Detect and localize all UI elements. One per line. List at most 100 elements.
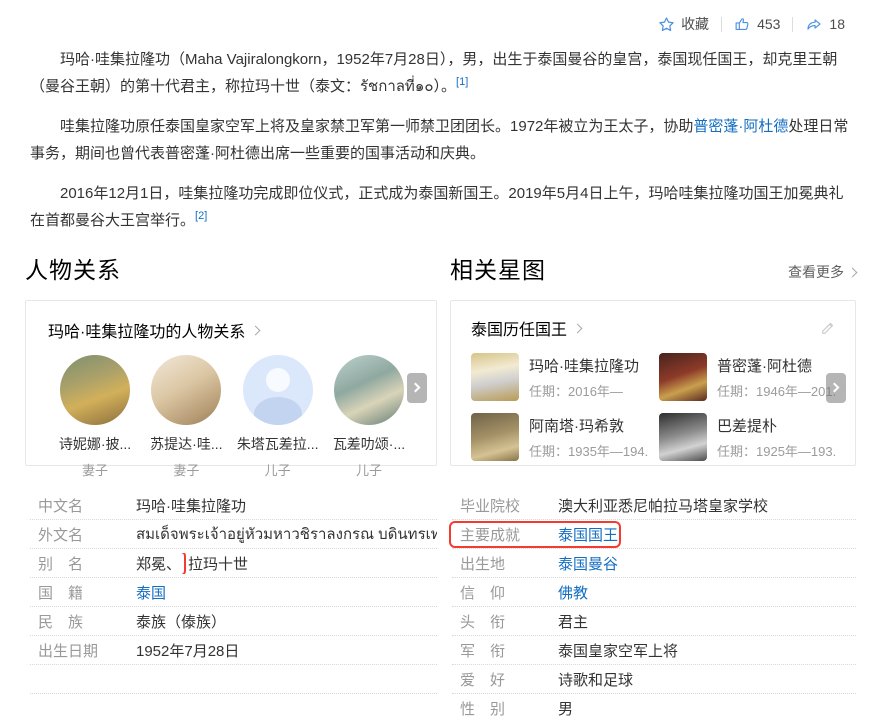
info-row-nationality: 国 籍 泰国 [30,578,437,607]
page-toolbar: 收藏 453 18 [646,14,857,34]
view-more-label: 查看更多 [788,262,844,282]
person-silhouette-icon [266,368,290,392]
view-more-link[interactable]: 查看更多 [788,262,856,285]
paragraph-1-text: 玛哈·哇集拉隆功（Maha Vajiralongkorn，1952年7月28日）… [30,51,837,95]
favorite-label: 收藏 [681,14,709,34]
relations-next-button[interactable] [407,373,427,403]
info-row-foreign-name: 外文名 สมเด็จพระเจ้าอยู่หัวมหาวชิราลงกรณ บด… [30,520,437,549]
alias-rest: 拉玛十世 [188,556,248,573]
avatar [151,355,221,425]
info-value: 1952年7月28日 [136,640,239,661]
info-table-left: 中文名 玛哈·哇集拉隆功 外文名 สมเด็จพระเจ้าอยู่หัวมหา… [30,491,437,721]
info-row-birthdate: 出生日期 1952年7月28日 [30,636,437,665]
starmap-next-button[interactable] [826,373,846,403]
like-count: 453 [757,16,780,32]
starmap-section: 相关星图 查看更多 泰国历任国王 [450,251,856,466]
info-row-title: 头 衔 君主 [452,607,856,636]
king-prajadhipok[interactable]: 巴差提朴 任期：1925年—193... [659,413,837,461]
king-name: 普密蓬·阿杜德 [717,355,837,376]
king-photo [659,413,707,461]
reference-link-2[interactable]: [2] [195,210,207,222]
person-name: 朱塔瓦差拉... [235,434,321,454]
avatar-placeholder [243,355,313,425]
paragraph-2: 哇集拉隆功原任泰国皇家空军上将及皇家禁卫军第一师禁卫团团长。1972年被立为王太… [30,113,853,167]
share-button[interactable]: 18 [793,16,857,33]
king-info: 普密蓬·阿杜德 任期：1946年—201... [717,355,837,400]
reference-link-1[interactable]: [1] [456,76,468,88]
info-label: 性 别 [460,698,558,719]
info-label: 信 仰 [460,582,558,603]
king-bhumibol[interactable]: 普密蓬·阿杜德 任期：1946年—201... [659,353,837,401]
king-name: 巴差提朴 [717,415,837,436]
info-value: 诗歌和足球 [558,669,633,690]
avatar [60,355,130,425]
king-ananda[interactable]: 阿南塔·玛希敦 任期：1935年—194... [471,413,649,461]
info-row-chinese-name: 中文名 玛哈·哇集拉隆功 [30,491,437,520]
starmap-card-title-text: 泰国历任国王 [471,316,567,340]
info-row-achievement: 主要成就 泰国国王 [452,520,856,549]
starmap-card: 泰国历任国王 玛哈·哇集拉隆功 任期：2016年— [450,300,856,466]
info-row-religion: 信 仰 佛教 [452,578,856,607]
baike-page: 收藏 453 18 玛哈·哇集拉隆功（Maha Vajiralongkorn，1… [0,0,869,721]
birthplace-link[interactable]: 泰国曼谷 [558,553,618,574]
person-sineenat[interactable]: 诗妮娜·披... 妻子 [52,355,138,479]
info-value: 郑冕、拉玛十世 [136,553,248,574]
religion-link[interactable]: 佛教 [558,582,588,603]
person-relation: 妻子 [143,460,229,479]
relations-card: 玛哈·哇集拉隆功的人物关系 诗妮娜·披... 妻子 苏提达·哇... 妻子 [25,300,437,466]
sections-row: 人物关系 玛哈·哇集拉隆功的人物关系 诗妮娜·披... 妻子 苏提达·哇... [0,247,869,466]
person-dipangkorn[interactable]: 朱塔瓦差拉... 儿子 [235,355,321,479]
person-relation: 儿子 [326,460,412,479]
king-vajiralongkorn[interactable]: 玛哈·哇集拉隆功 任期：2016年— [471,353,649,401]
person-name: 诗妮娜·披... [52,434,138,454]
achievement-link[interactable]: 泰国国王 [558,524,618,545]
starmap-card-title-row: 泰国历任国王 [471,316,837,340]
info-row-empty [30,694,437,721]
info-label: 主要成就 [460,524,558,545]
thumbs-up-icon [734,16,751,33]
person-silhouette-icon [254,397,302,425]
bhumibol-link[interactable]: 普密蓬·阿杜德 [693,118,788,135]
avatar [334,355,404,425]
king-info: 玛哈·哇集拉隆功 任期：2016年— [529,355,639,400]
king-term: 任期：1946年—201... [717,381,837,400]
share-arrow-icon [805,16,823,33]
info-label: 中文名 [38,495,136,516]
person-vacharaesorn[interactable]: 瓦差叻颂·... 儿子 [326,355,412,479]
relations-heading: 人物关系 [25,251,437,285]
person-suthida[interactable]: 苏提达·哇... 妻子 [143,355,229,479]
edit-pencil-icon[interactable] [819,319,837,337]
info-row-hobby: 爱 好 诗歌和足球 [452,665,856,694]
info-row-alias: 别 名 郑冕、拉玛十世 [30,549,437,578]
info-row-alma-mater: 毕业院校 澳大利亚悉尼帕拉马塔皇家学校 [452,491,856,520]
info-label: 头 衔 [460,611,558,632]
person-relation: 妻子 [52,460,138,479]
king-name: 阿南塔·玛希敦 [529,415,649,436]
starmap-heading: 相关星图 [450,251,546,285]
like-button[interactable]: 453 [722,16,792,33]
king-info: 巴差提朴 任期：1925年—193... [717,415,837,460]
relations-people: 诗妮娜·披... 妻子 苏提达·哇... 妻子 朱塔瓦差拉... [48,355,416,479]
info-label: 外文名 [38,524,136,545]
article-summary: 玛哈·哇集拉隆功（Maha Vajiralongkorn，1952年7月28日）… [0,0,869,234]
king-term: 任期：1925年—193... [717,441,837,460]
info-row-military-rank: 军 衔 泰国皇家空军上将 [452,636,856,665]
king-photo [471,413,519,461]
king-photo [659,353,707,401]
starmap-card-title[interactable]: 泰国历任国王 [471,316,581,340]
info-value: 澳大利亚悉尼帕拉马塔皇家学校 [558,495,768,516]
paragraph-3-text: 2016年12月1日，哇集拉隆功完成即位仪式，正式成为泰国新国王。2019年5月… [30,185,843,229]
relations-card-title[interactable]: 玛哈·哇集拉隆功的人物关系 [48,318,416,342]
relations-section: 人物关系 玛哈·哇集拉隆功的人物关系 诗妮娜·披... 妻子 苏提达·哇... [25,251,437,466]
starmap-heading-row: 相关星图 查看更多 [450,251,856,285]
info-table-right: 毕业院校 澳大利亚悉尼帕拉马塔皇家学校 主要成就 泰国国王 出生地 泰国曼谷 信… [452,491,856,721]
chevron-right-icon [411,383,421,393]
person-name: 苏提达·哇... [143,434,229,454]
nationality-link[interactable]: 泰国 [136,582,166,603]
paragraph-3: 2016年12月1日，哇集拉隆功完成即位仪式，正式成为泰国新国王。2019年5月… [30,180,853,234]
king-term: 任期：1935年—194... [529,441,649,460]
info-label: 别 名 [38,553,136,574]
info-value: 玛哈·哇集拉隆功 [136,495,246,516]
info-value: 君主 [558,611,588,632]
favorite-button[interactable]: 收藏 [646,14,721,34]
